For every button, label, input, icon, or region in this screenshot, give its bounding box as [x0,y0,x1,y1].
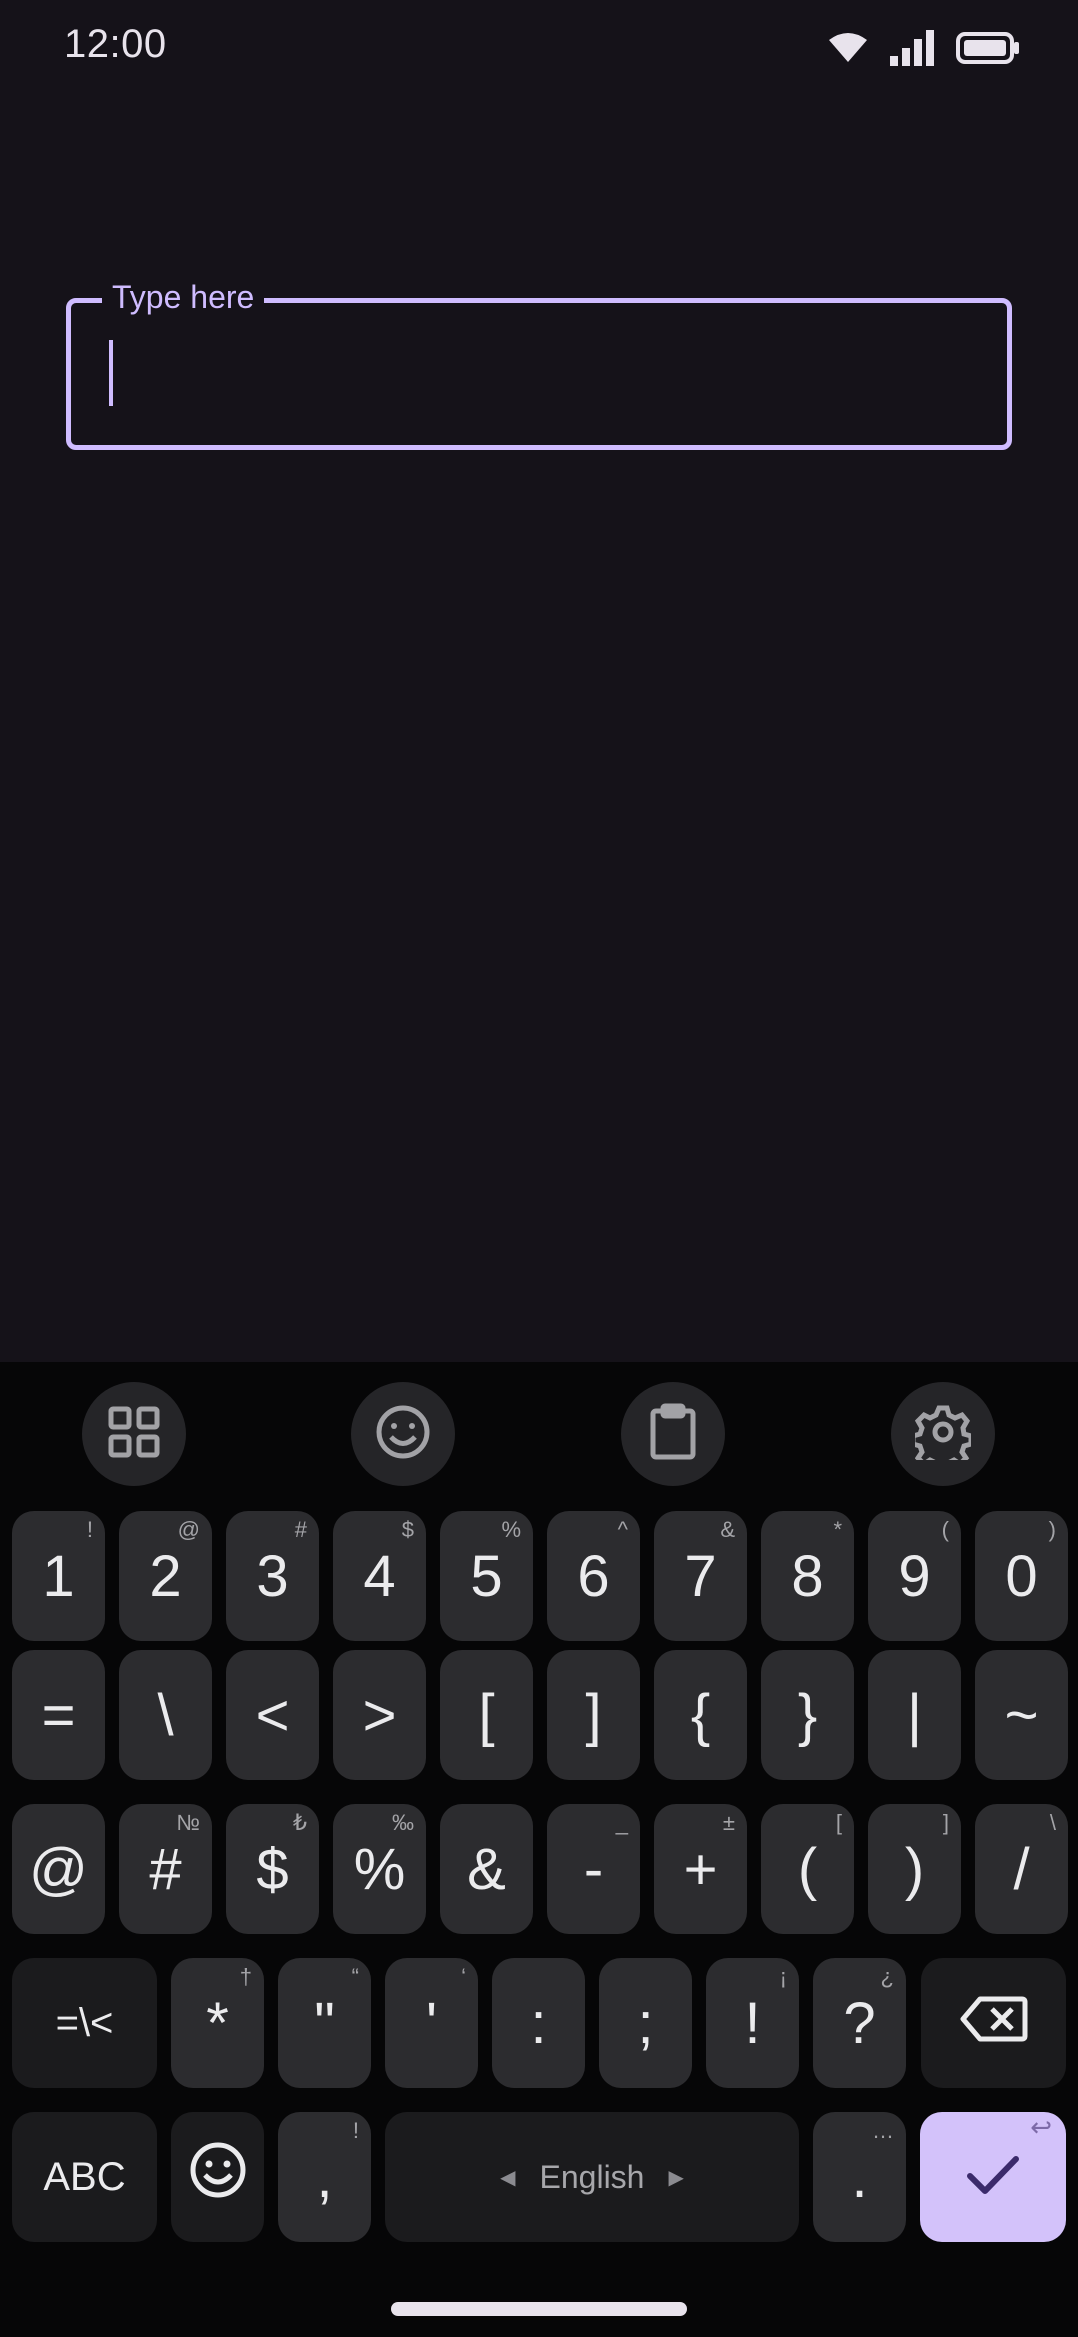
key-row3-3[interactable]: % ‰ [333,1804,426,1934]
key-row4-0[interactable]: * † [171,1958,264,2088]
language-next-icon: ▶ [668,2166,684,2189]
key-row3-7[interactable]: ([ [761,1804,854,1934]
key-row3-9[interactable]: / \ [975,1804,1068,1934]
backspace-key[interactable] [921,1958,1066,2088]
text-field-label: Type here [102,276,265,318]
key-row2-8[interactable]: | [868,1650,961,1780]
key-row2-9[interactable]: ~ [975,1650,1068,1780]
key-row1-1[interactable]: 2 @ [119,1511,212,1641]
text-cursor [109,340,113,406]
language-prev-icon: ◀ [500,2166,516,2189]
apps-grid-icon [108,1406,160,1463]
key-row1-5[interactable]: 6 ^ [547,1511,640,1641]
key-row4-4[interactable]: ; [599,1958,692,2088]
key-row1-0[interactable]: 1! [12,1511,105,1641]
space-key[interactable]: ◀ English ▶ [385,2112,799,2242]
settings-button[interactable] [891,1382,995,1486]
text-input-field[interactable] [66,298,1012,450]
key-row2-4[interactable]: [ [440,1650,533,1780]
key-comma[interactable]: , ! [278,2112,371,2242]
status-time: 12:00 [64,22,167,66]
key-row1-6[interactable]: 7 & [654,1511,747,1641]
key-row2-1[interactable]: \ [119,1650,212,1780]
key-row2-2[interactable]: < [226,1650,319,1780]
abc-key[interactable]: ABC [12,2112,157,2242]
emoji-key[interactable] [171,2112,264,2242]
key-period[interactable]: . … [813,2112,906,2242]
wifi-icon [828,32,868,64]
key-row2-5[interactable]: ] [547,1650,640,1780]
enter-hint-icon: ↩ [1030,2112,1052,2142]
key-row4-2[interactable]: ' ‘ [385,1958,478,2088]
key-row3-2[interactable]: $ ₺ [226,1804,319,1934]
cellular-signal-icon [890,30,934,66]
home-indicator[interactable] [391,2302,687,2316]
key-row3-1[interactable]: # № [119,1804,212,1934]
key-row1-9[interactable]: 0) [975,1511,1068,1641]
emoji-icon [375,1404,431,1465]
key-row2-0[interactable]: = [12,1650,105,1780]
settings-gear-icon [910,1404,974,1472]
space-language-label: English [539,2158,645,2195]
more-symbols-key[interactable]: =\< [12,1958,157,2088]
key-row4-1[interactable]: " “ [278,1958,371,2088]
key-row1-3[interactable]: 4 $ [333,1511,426,1641]
key-row4-3[interactable]: : [492,1958,585,2088]
enter-done-key[interactable]: ↩ [920,2112,1066,2242]
checkmark-icon [965,2144,1021,2211]
clipboard-button[interactable] [621,1382,725,1486]
key-row1-4[interactable]: 5% [440,1511,533,1641]
battery-icon [956,32,1020,64]
key-row4-6[interactable]: ? ¿ [813,1958,906,2088]
clipboard-icon [649,1403,697,1466]
key-row3-6[interactable]: + ± [654,1804,747,1934]
key-row2-3[interactable]: > [333,1650,426,1780]
key-row2-7[interactable]: } [761,1650,854,1780]
backspace-icon [960,1990,1028,2057]
key-row1-8[interactable]: 9( [868,1511,961,1641]
emoji-key-icon [189,2141,247,2213]
key-row1-2[interactable]: 3 # [226,1511,319,1641]
key-row3-4[interactable]: & [440,1804,533,1934]
emoji-toolbar-button[interactable] [351,1382,455,1486]
apps-grid-button[interactable] [82,1382,186,1486]
key-row3-8[interactable]: )] [868,1804,961,1934]
status-icons [828,30,1020,66]
key-row3-0[interactable]: @ [12,1804,105,1934]
key-row4-5[interactable]: ! ¡ [706,1958,799,2088]
key-row2-6[interactable]: { [654,1650,747,1780]
key-row1-7[interactable]: 8 * [761,1511,854,1641]
status-bar: 12:00 [0,0,1078,96]
key-row3-5[interactable]: - _ [547,1804,640,1934]
